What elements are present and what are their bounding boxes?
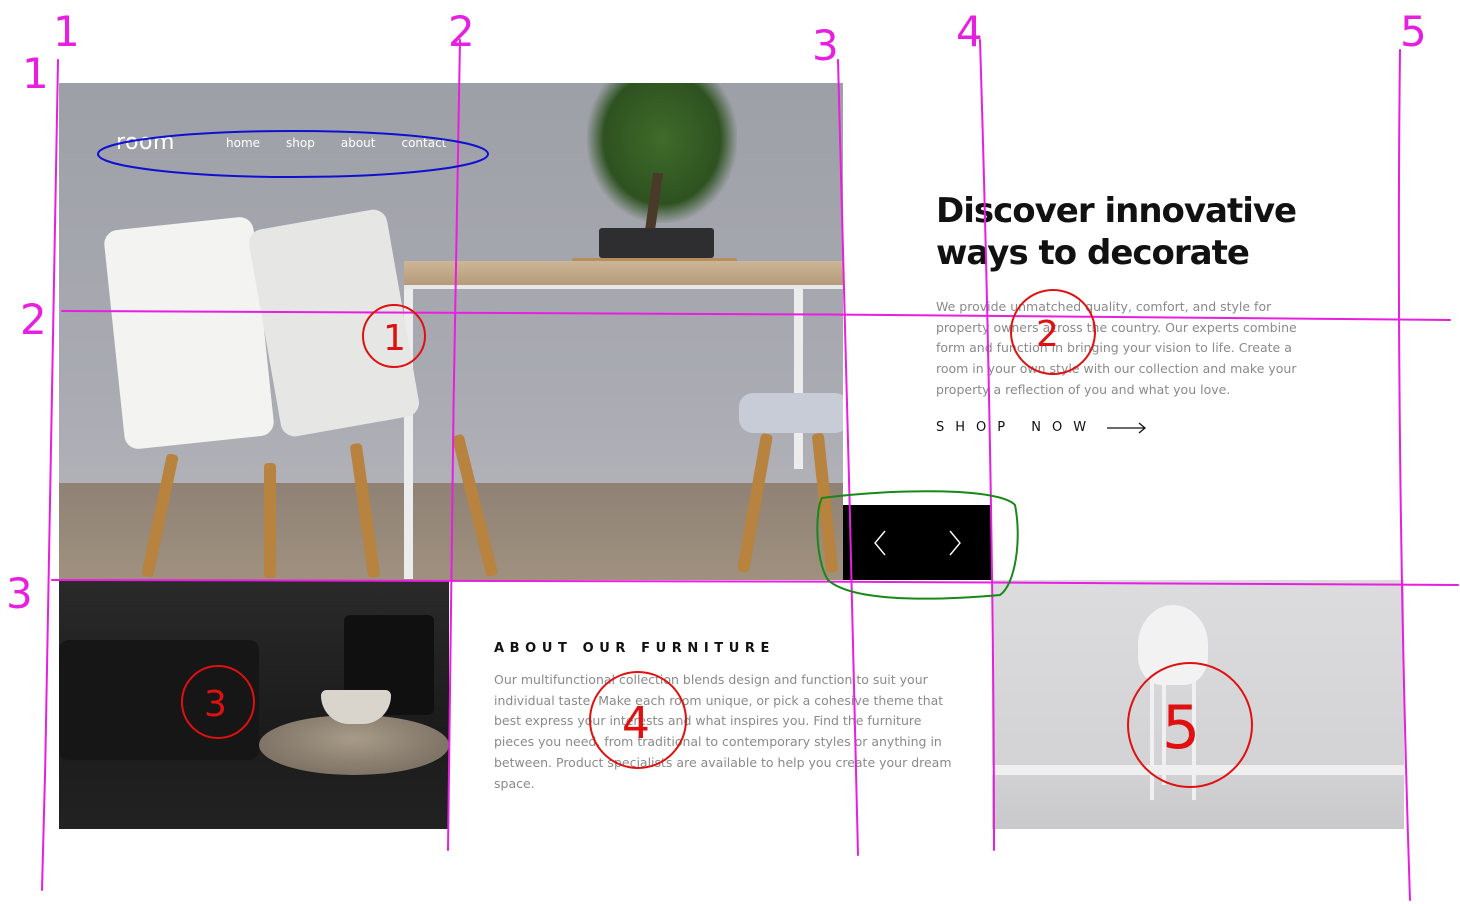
- chair-leg: [264, 463, 276, 578]
- dark-interior-image: [59, 580, 449, 829]
- about-section: ABOUT OUR FURNITURE Our multifunctional …: [449, 580, 992, 829]
- white-chair-image: [992, 580, 1404, 829]
- about-body: Our multifunctional collection blends de…: [494, 672, 952, 791]
- col-number-2: 2: [448, 7, 475, 56]
- grid-line-col-1: [41, 59, 59, 891]
- shop-now-label: SHOP NOW: [936, 420, 1098, 435]
- hero-headline: Discover innovative ways to decorate: [936, 190, 1356, 274]
- hero-description: We provide unmatched quality, comfort, a…: [936, 299, 1297, 397]
- chair-back: [246, 207, 422, 439]
- chevron-right-icon: [949, 530, 961, 555]
- chair-far: [739, 393, 843, 433]
- dark-sofa: [59, 640, 259, 760]
- bonsai-foliage: [587, 83, 737, 223]
- col-number-1: 1: [22, 49, 49, 98]
- table-leg: [794, 289, 803, 469]
- bonsai-pot: [599, 228, 714, 258]
- hero-floor: [59, 483, 843, 580]
- white-chair-leg: [1162, 685, 1166, 785]
- shop-now-link[interactable]: SHOP NOW: [936, 420, 1147, 435]
- chevron-left-icon: [874, 530, 886, 555]
- nav-link-home[interactable]: home: [226, 136, 260, 150]
- slider-next-button[interactable]: [918, 505, 993, 580]
- baseboard: [992, 765, 1404, 775]
- coffee-table: [259, 715, 449, 775]
- main-nav: home shop about contact: [226, 136, 472, 150]
- site-logo[interactable]: room: [116, 130, 175, 155]
- about-title: ABOUT OUR FURNITURE: [494, 641, 775, 656]
- col-number-3: 3: [812, 21, 839, 70]
- hero-image: [59, 83, 843, 580]
- col-number-5: 5: [1400, 7, 1427, 56]
- col-number-1b: 1: [53, 7, 80, 56]
- slider-prev-button[interactable]: [843, 505, 918, 580]
- hero-headline-line2: ways to decorate: [936, 233, 1250, 273]
- nav-link-contact[interactable]: contact: [401, 136, 446, 150]
- white-chair-leg: [1192, 680, 1196, 800]
- col-number-4: 4: [956, 7, 983, 56]
- white-chair-leg: [1150, 680, 1154, 800]
- hero-headline-line1: Discover innovative: [936, 191, 1297, 231]
- arrow-right-icon: [1107, 422, 1147, 433]
- row-number-2: 2: [20, 295, 47, 344]
- slider-controls: [843, 505, 992, 580]
- nav-link-about[interactable]: about: [341, 136, 376, 150]
- nav-link-shop[interactable]: shop: [286, 136, 315, 150]
- row-number-3: 3: [6, 569, 33, 618]
- table-top: [404, 261, 843, 289]
- white-chair-seat: [1138, 605, 1208, 685]
